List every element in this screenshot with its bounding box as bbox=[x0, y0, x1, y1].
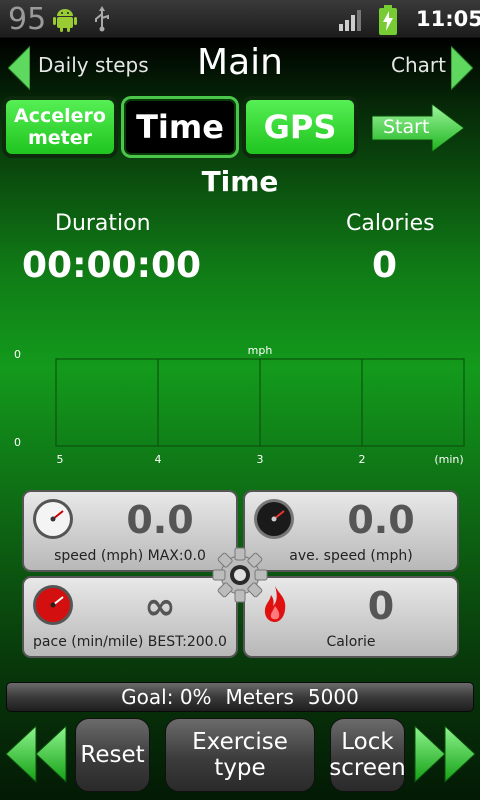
section-title: Time bbox=[201, 165, 279, 198]
speed-chart: mph 0 0 5 4 3 2 (min) bbox=[14, 344, 465, 466]
goal-target: 5000 bbox=[307, 685, 359, 709]
signal-icon bbox=[339, 10, 361, 31]
exercise-type-button[interactable]: Exercise type bbox=[165, 718, 315, 792]
status-bar: 95 11:05 bbox=[0, 0, 480, 38]
lock-screen-button[interactable]: Lock screen bbox=[329, 718, 406, 792]
duration-label: Duration bbox=[55, 211, 151, 236]
notification-count: 95 bbox=[8, 2, 47, 37]
battery-charging-icon bbox=[379, 5, 397, 35]
goal-progress: Goal: 0% bbox=[121, 685, 212, 709]
calorie-label: Calorie bbox=[326, 634, 376, 650]
chart-title: mph bbox=[248, 344, 273, 357]
top-nav: Daily steps Main Chart bbox=[0, 38, 480, 94]
goal-bar[interactable]: Goal: 0% Meters 5000 bbox=[6, 682, 474, 712]
pace-value: ∞ bbox=[144, 584, 176, 628]
calorie-value: 0 bbox=[367, 584, 395, 628]
accelerometer-mode-label: Accelero meter bbox=[14, 105, 106, 149]
fast-forward-icon[interactable] bbox=[413, 724, 477, 784]
android-icon bbox=[53, 9, 77, 32]
goal-unit: Meters bbox=[225, 685, 294, 709]
nav-next-arrow-icon[interactable] bbox=[451, 46, 473, 90]
average-speed-value: 0.0 bbox=[347, 498, 415, 542]
clock: 11:05 bbox=[416, 7, 480, 31]
usb-icon bbox=[95, 6, 109, 32]
exercise-type-label: Exercise type bbox=[192, 729, 288, 781]
reset-button[interactable]: Reset bbox=[75, 718, 150, 792]
accelerometer-mode-button[interactable]: Accelero meter bbox=[2, 96, 118, 158]
y-tick-bottom: 0 bbox=[14, 436, 21, 449]
time-mode-label: Time bbox=[136, 108, 224, 146]
mode-selector: Accelero meter Time GPS Start bbox=[0, 90, 480, 160]
x-tick: 3 bbox=[257, 453, 264, 466]
x-tick: 5 bbox=[57, 453, 64, 466]
calories-value: 0 bbox=[372, 245, 398, 286]
lock-screen-label: Lock screen bbox=[329, 729, 406, 781]
main-screen: Daily steps Main Chart Accelero meter Ti… bbox=[0, 38, 480, 800]
speed-label: speed (mph) MAX:0.0 bbox=[54, 548, 206, 564]
gps-mode-label: GPS bbox=[263, 108, 337, 146]
pace-label: pace (min/mile) BEST:200.0 bbox=[33, 634, 227, 650]
x-unit: (min) bbox=[434, 453, 463, 466]
reset-button-label: Reset bbox=[80, 742, 145, 768]
time-mode-button[interactable]: Time bbox=[121, 96, 239, 158]
speed-panel[interactable]: 0.0 speed (mph) MAX:0.0 bbox=[22, 490, 238, 572]
settings-gear-icon[interactable] bbox=[210, 545, 270, 605]
gps-mode-button[interactable]: GPS bbox=[242, 96, 358, 158]
y-tick-top: 0 bbox=[14, 348, 21, 361]
pace-panel[interactable]: ∞ pace (min/mile) BEST:200.0 bbox=[22, 576, 238, 658]
average-speed-panel[interactable]: 0.0 ave. speed (mph) bbox=[243, 490, 459, 572]
x-tick: 2 bbox=[359, 453, 366, 466]
start-button-label: Start bbox=[383, 116, 430, 138]
calorie-panel[interactable]: 0 Calorie bbox=[243, 576, 459, 658]
speed-value: 0.0 bbox=[126, 498, 194, 542]
calories-label: Calories bbox=[346, 211, 435, 236]
duration-value: 00:00:00 bbox=[22, 245, 202, 286]
x-tick: 4 bbox=[155, 453, 162, 466]
nav-chart-link[interactable]: Chart bbox=[391, 53, 446, 77]
average-speed-label: ave. speed (mph) bbox=[289, 548, 413, 564]
rewind-icon[interactable] bbox=[4, 724, 68, 784]
